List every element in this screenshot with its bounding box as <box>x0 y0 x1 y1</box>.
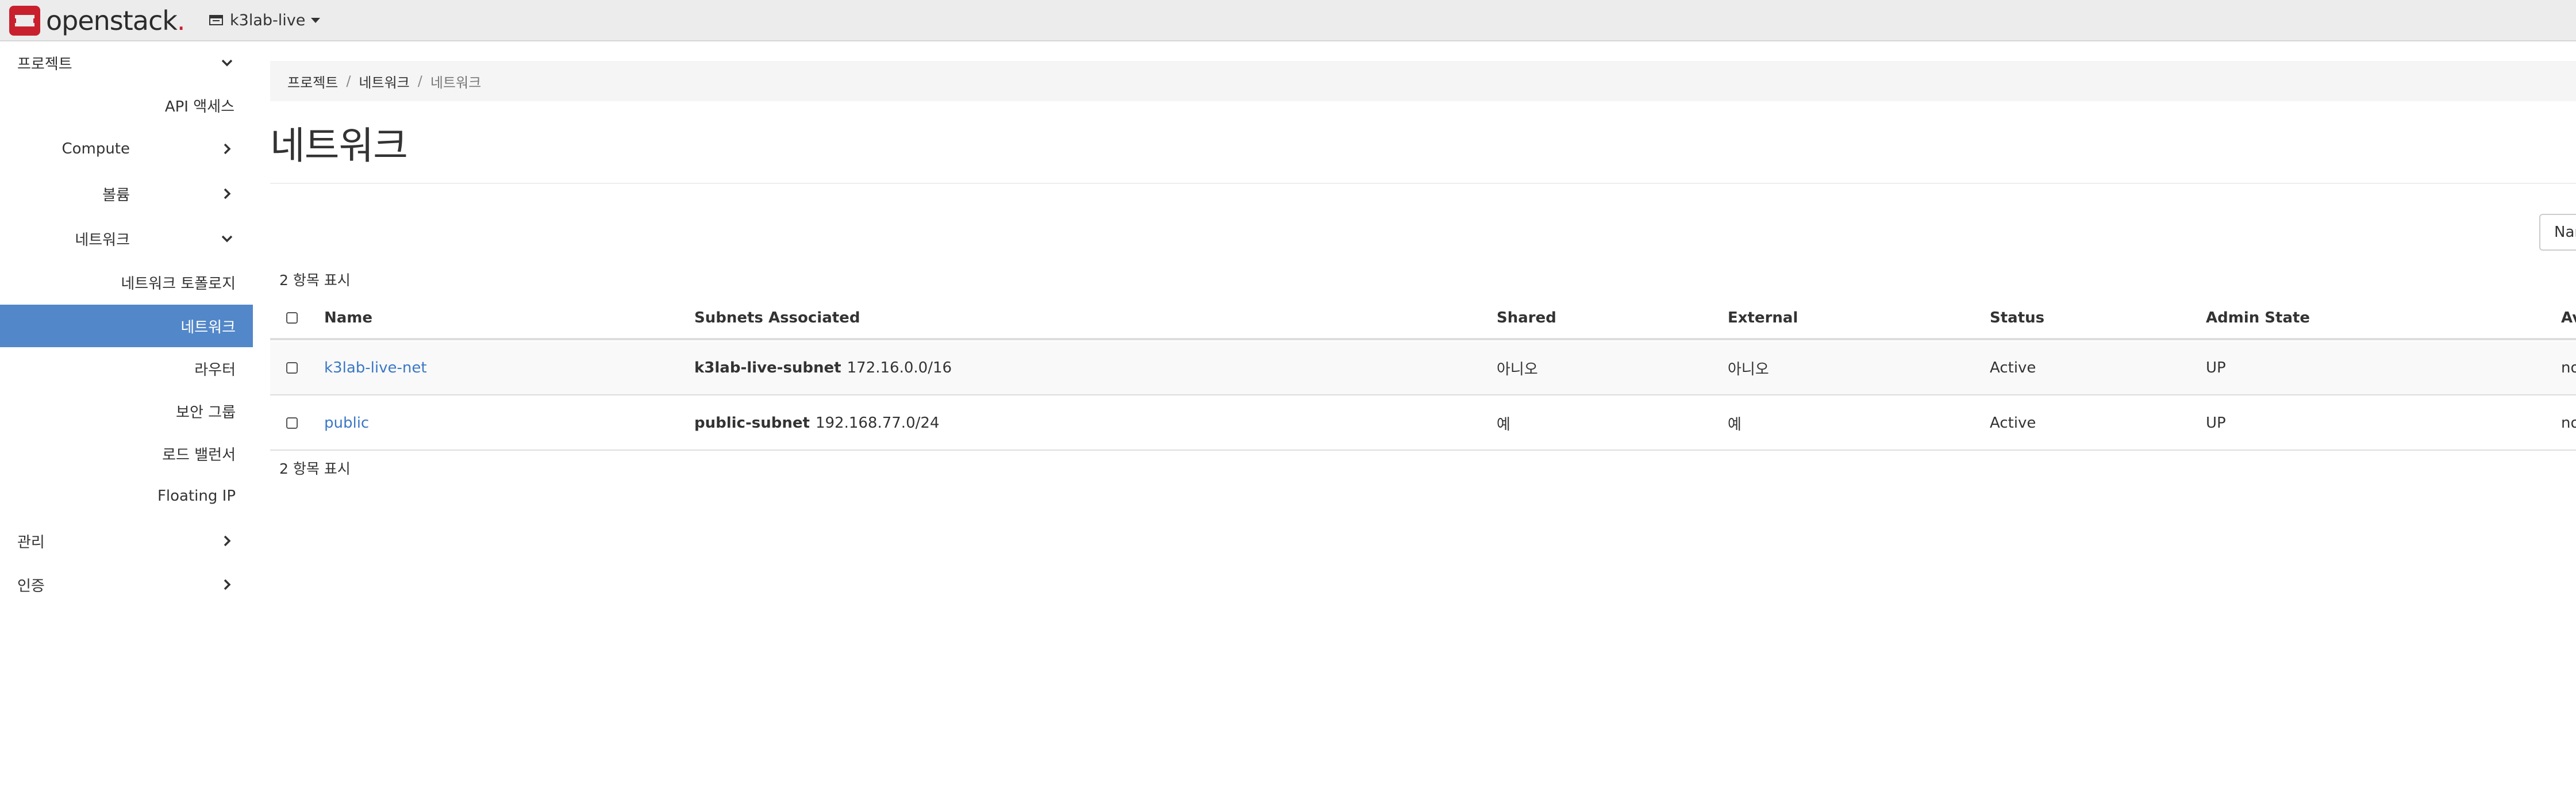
row-checkbox-cell[interactable] <box>286 397 298 450</box>
sidebar-item-label: API 액세스 <box>164 98 234 116</box>
sidebar-item-label: Compute <box>61 140 130 158</box>
sidebar-item-label: 보안 그룹 <box>176 404 236 421</box>
sidebar-item-network-topology[interactable]: 네트워크 토폴로지 <box>0 261 253 304</box>
subnet-name: k3lab-live-subnet <box>694 359 841 377</box>
select-all-checkbox-cell[interactable] <box>286 298 298 338</box>
sidebar-item-project[interactable]: 프로젝트 <box>0 41 253 84</box>
sidebar-item-label: 관리 <box>17 533 45 551</box>
chevron-right-icon <box>224 535 231 547</box>
breadcrumb-item-current: 네트워크 <box>430 74 482 91</box>
brand-name: openstack. <box>46 5 186 36</box>
filter-field-select[interactable]: Nar <box>2539 214 2576 251</box>
status-cell: Active <box>1990 359 2036 377</box>
sidebar-item-label: 네트워크 <box>75 231 130 249</box>
row-checkbox-cell[interactable] <box>286 341 298 394</box>
project-selector[interactable]: k3lab-live <box>209 7 321 33</box>
item-count-bottom: 2 항목 표시 <box>279 460 351 477</box>
breadcrumb-separator: / <box>417 73 422 89</box>
caret-down-icon <box>311 17 321 23</box>
table-row: public public-subnet 192.168.77.0/24 예 예… <box>270 397 2576 451</box>
sidebar-item-compute[interactable]: Compute <box>0 128 253 170</box>
status-cell: Active <box>1990 414 2036 432</box>
chevron-right-icon <box>224 188 231 199</box>
subnets-cell: public-subnet 192.168.77.0/24 <box>694 397 939 450</box>
sidebar-item-identity[interactable]: 인증 <box>0 563 253 606</box>
chevron-down-icon <box>221 59 233 67</box>
project-icon <box>209 15 223 25</box>
chevron-down-icon <box>221 235 233 243</box>
availability-zones-cell: no <box>2561 414 2576 432</box>
header-admin-state[interactable]: Admin State <box>2206 298 2310 338</box>
sidebar-item-floating-ips[interactable]: Floating IP <box>0 475 253 517</box>
chevron-right-icon <box>224 143 231 155</box>
breadcrumb-item-project[interactable]: 프로젝트 <box>287 71 338 91</box>
sidebar-item-networks[interactable]: 네트워크 <box>0 305 253 347</box>
project-name: k3lab-live <box>230 11 306 29</box>
header-name[interactable]: Name <box>324 298 372 338</box>
shared-cell: 아니오 <box>1497 360 1538 378</box>
sidebar-item-admin[interactable]: 관리 <box>0 520 253 562</box>
top-navbar: openstack. k3lab-live <box>0 0 2576 41</box>
subnets-cell: k3lab-live-subnet 172.16.0.0/16 <box>694 341 952 394</box>
admin-state-cell: UP <box>2206 359 2226 377</box>
breadcrumb: 프로젝트 / 네트워크 / 네트워크 <box>270 61 2576 101</box>
sidebar-item-label: 로드 밸런서 <box>162 446 236 464</box>
row-checkbox[interactable] <box>286 417 298 429</box>
admin-state-cell: UP <box>2206 414 2226 432</box>
sidebar-item-label: 라우터 <box>194 361 236 379</box>
sidebar-item-label: 네트워크 <box>180 318 236 336</box>
sidebar-item-label: Floating IP <box>157 487 236 505</box>
header-shared[interactable]: Shared <box>1497 298 1556 338</box>
sidebar-item-label: 프로젝트 <box>17 55 72 73</box>
chevron-right-icon <box>224 579 231 590</box>
select-all-checkbox[interactable] <box>286 312 298 324</box>
header-external[interactable]: External <box>1728 298 1798 338</box>
openstack-logo-icon <box>9 6 40 36</box>
sidebar-item-network-group[interactable]: 네트워크 <box>0 217 253 260</box>
sidebar-item-volumes[interactable]: 볼륨 <box>0 172 253 215</box>
table-header-row: Name Subnets Associated Shared External … <box>270 298 2576 340</box>
sidebar: 프로젝트 API 액세스 Compute 볼륨 네트워크 네트워크 토폴로지 네… <box>0 41 253 799</box>
shared-cell: 예 <box>1497 416 1510 433</box>
table-row: k3lab-live-net k3lab-live-subnet 172.16.… <box>270 341 2576 395</box>
external-cell: 아니오 <box>1728 360 1769 378</box>
sidebar-item-label: 네트워크 토폴로지 <box>121 275 236 293</box>
sidebar-item-security-groups[interactable]: 보안 그룹 <box>0 390 253 432</box>
breadcrumb-separator: / <box>346 73 351 89</box>
header-status[interactable]: Status <box>1990 298 2044 338</box>
subnet-name: public-subnet <box>694 414 810 432</box>
availability-zones-cell: no <box>2561 359 2576 377</box>
network-name-link[interactable]: public <box>324 397 369 450</box>
sidebar-item-load-balancers[interactable]: 로드 밸런서 <box>0 432 253 475</box>
item-count-top: 2 항목 표시 <box>279 272 351 289</box>
network-name-link[interactable]: k3lab-live-net <box>324 341 427 394</box>
sidebar-item-api-access[interactable]: API 액세스 <box>0 84 253 126</box>
title-divider <box>270 183 2576 184</box>
header-availability-zones[interactable]: Av <box>2561 298 2576 338</box>
external-cell: 예 <box>1728 416 1741 433</box>
brand-logo-link[interactable]: openstack. <box>8 3 186 38</box>
sidebar-item-label: 인증 <box>17 577 45 595</box>
subnet-cidr: 192.168.77.0/24 <box>815 414 940 432</box>
sidebar-item-label: 볼륨 <box>102 186 130 204</box>
page-title: 네트워크 <box>270 124 408 168</box>
sidebar-item-routers[interactable]: 라우터 <box>0 347 253 390</box>
row-checkbox[interactable] <box>286 362 298 374</box>
header-subnets[interactable]: Subnets Associated <box>694 298 860 338</box>
breadcrumb-item-network[interactable]: 네트워크 <box>359 71 409 91</box>
subnet-cidr: 172.16.0.0/16 <box>847 359 952 377</box>
